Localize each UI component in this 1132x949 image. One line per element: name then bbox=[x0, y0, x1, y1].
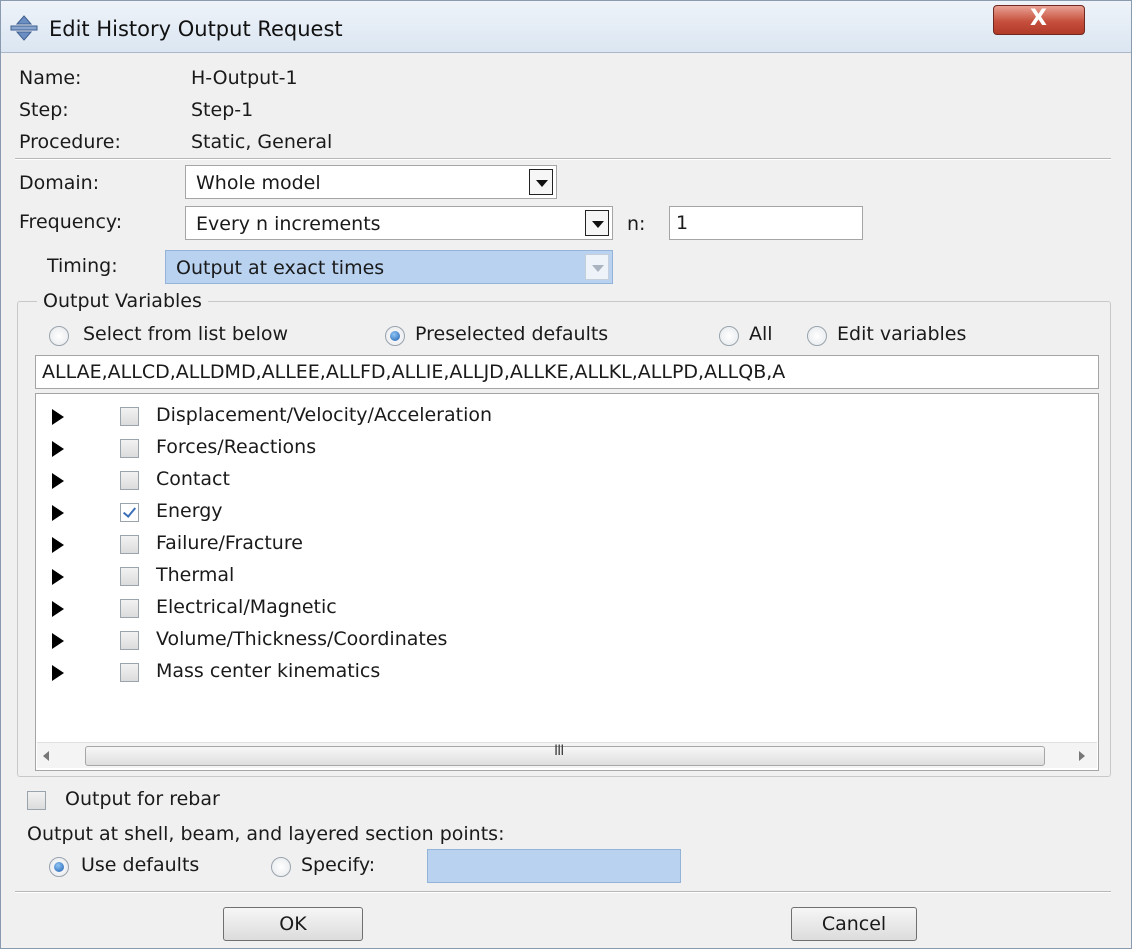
tree-item-checkbox[interactable] bbox=[120, 663, 139, 682]
tree-item[interactable]: Forces/Reactions bbox=[36, 434, 1036, 464]
window-title: Edit History Output Request bbox=[49, 17, 343, 41]
separator bbox=[15, 891, 1111, 893]
triangle-right-icon[interactable] bbox=[52, 601, 64, 617]
tree-item[interactable]: Thermal bbox=[36, 562, 1036, 592]
step-label: Step: bbox=[19, 99, 69, 121]
n-input[interactable]: 1 bbox=[669, 206, 863, 240]
separator bbox=[15, 158, 1111, 160]
radio-use-defaults-label[interactable]: Use defaults bbox=[81, 854, 199, 876]
timing-combo[interactable]: Output at exact times bbox=[165, 250, 613, 284]
triangle-right-icon[interactable] bbox=[52, 569, 64, 585]
radio-edit-variables[interactable] bbox=[807, 326, 827, 346]
close-button[interactable]: X bbox=[993, 5, 1085, 35]
scroll-thumb[interactable]: III bbox=[85, 743, 1045, 766]
triangle-right-icon[interactable] bbox=[52, 633, 64, 649]
tree-item-checkbox[interactable] bbox=[120, 535, 139, 554]
tree-item-label: Volume/Thickness/Coordinates bbox=[156, 628, 448, 650]
variables-text-field[interactable]: ALLAE,ALLCD,ALLDMD,ALLEE,ALLFD,ALLIE,ALL… bbox=[35, 355, 1099, 389]
triangle-right-icon[interactable] bbox=[52, 505, 64, 521]
radio-use-defaults[interactable] bbox=[49, 857, 69, 877]
dialog-window: Edit History Output Request X Name: H-Ou… bbox=[0, 0, 1132, 949]
tree-item-label: Energy bbox=[156, 500, 223, 522]
tree-item-checkbox[interactable] bbox=[120, 631, 139, 650]
tree-item-checkbox[interactable] bbox=[120, 599, 139, 618]
triangle-right-icon[interactable] bbox=[52, 441, 64, 457]
specify-input[interactable] bbox=[427, 849, 681, 883]
frequency-combo[interactable]: Every n increments bbox=[185, 206, 613, 240]
ok-button[interactable]: OK bbox=[223, 907, 363, 941]
radio-specify[interactable] bbox=[271, 857, 291, 877]
radio-select-from-list-label[interactable]: Select from list below bbox=[83, 323, 288, 345]
scroll-left-icon[interactable] bbox=[43, 751, 49, 761]
radio-edit-variables-label[interactable]: Edit variables bbox=[837, 323, 966, 345]
abaqus-move-icon bbox=[10, 15, 38, 41]
domain-value: Whole model bbox=[196, 172, 321, 194]
close-icon: X bbox=[1030, 6, 1047, 31]
procedure-value: Static, General bbox=[191, 131, 333, 153]
grip-icon: III bbox=[554, 743, 564, 759]
tree-item-label: Displacement/Velocity/Acceleration bbox=[156, 404, 493, 426]
procedure-label: Procedure: bbox=[19, 131, 121, 153]
triangle-right-icon[interactable] bbox=[52, 409, 64, 425]
chevron-down-icon[interactable] bbox=[585, 210, 609, 236]
chevron-down-icon[interactable] bbox=[529, 169, 553, 195]
tree-item-checkbox[interactable] bbox=[120, 503, 139, 522]
radio-select-from-list[interactable] bbox=[49, 326, 69, 346]
tree-item-checkbox[interactable] bbox=[120, 407, 139, 426]
frequency-label: Frequency: bbox=[19, 211, 123, 233]
output-variables-legend: Output Variables bbox=[37, 290, 208, 312]
title-bar[interactable]: Edit History Output Request X bbox=[1, 1, 1131, 53]
tree-item[interactable]: Displacement/Velocity/Acceleration bbox=[36, 402, 1036, 432]
radio-preselected-defaults[interactable] bbox=[385, 326, 405, 346]
radio-all-label[interactable]: All bbox=[749, 323, 773, 345]
tree-item[interactable]: Energy bbox=[36, 498, 1036, 528]
chevron-down-icon[interactable] bbox=[585, 254, 609, 280]
n-label: n: bbox=[627, 213, 646, 235]
radio-specify-label[interactable]: Specify: bbox=[301, 854, 375, 876]
tree-item-label: Failure/Fracture bbox=[156, 532, 303, 554]
name-value: H-Output-1 bbox=[191, 67, 298, 89]
triangle-right-icon[interactable] bbox=[52, 537, 64, 553]
timing-value: Output at exact times bbox=[176, 257, 385, 279]
triangle-right-icon[interactable] bbox=[52, 665, 64, 681]
domain-label: Domain: bbox=[19, 172, 100, 194]
rebar-checkbox[interactable] bbox=[27, 791, 46, 810]
radio-preselected-defaults-label[interactable]: Preselected defaults bbox=[415, 323, 608, 345]
cancel-button[interactable]: Cancel bbox=[791, 907, 917, 941]
tree-item-checkbox[interactable] bbox=[120, 567, 139, 586]
tree-item-label: Electrical/Magnetic bbox=[156, 596, 337, 618]
step-value: Step-1 bbox=[191, 99, 254, 121]
tree-item-label: Thermal bbox=[156, 564, 235, 586]
tree-item-label: Forces/Reactions bbox=[156, 436, 317, 458]
frequency-value: Every n increments bbox=[196, 213, 381, 235]
triangle-right-icon[interactable] bbox=[52, 473, 64, 489]
tree-item-checkbox[interactable] bbox=[120, 471, 139, 490]
radio-all[interactable] bbox=[719, 326, 739, 346]
tree-item-checkbox[interactable] bbox=[120, 439, 139, 458]
variables-tree[interactable]: Displacement/Velocity/Acceleration Force… bbox=[35, 393, 1099, 771]
rebar-label[interactable]: Output for rebar bbox=[65, 788, 220, 810]
timing-label: Timing: bbox=[47, 255, 118, 277]
tree-item[interactable]: Failure/Fracture bbox=[36, 530, 1036, 560]
tree-item[interactable]: Volume/Thickness/Coordinates bbox=[36, 626, 1036, 656]
tree-item-label: Mass center kinematics bbox=[156, 660, 381, 682]
tree-item[interactable]: Contact bbox=[36, 466, 1036, 496]
tree-item[interactable]: Mass center kinematics bbox=[36, 658, 1036, 688]
horizontal-scrollbar[interactable]: III bbox=[37, 742, 1097, 768]
tree-item[interactable]: Electrical/Magnetic bbox=[36, 594, 1036, 624]
domain-combo[interactable]: Whole model bbox=[185, 165, 557, 199]
scroll-right-icon[interactable] bbox=[1079, 751, 1085, 761]
tree-item-label: Contact bbox=[156, 468, 230, 490]
name-label: Name: bbox=[19, 67, 82, 89]
section-points-label: Output at shell, beam, and layered secti… bbox=[27, 823, 505, 845]
